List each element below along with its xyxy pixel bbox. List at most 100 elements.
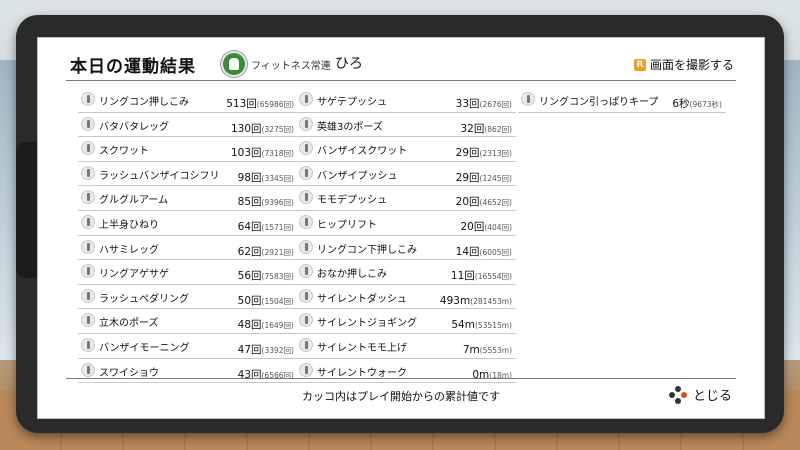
exercise-result: 62回(2921回)	[238, 240, 294, 259]
exercise-name: ラッシュペダリング	[99, 293, 189, 305]
exercise-name: サイレントジョギング	[317, 318, 417, 330]
cumulative-total: (9673秒)	[689, 100, 722, 109]
today-value: 64回	[237, 220, 262, 233]
exercise-name: リングコン押しこみ	[99, 97, 189, 108]
exercise-result: 493m(281453m)	[440, 289, 512, 308]
cumulative-total: (2676回)	[479, 100, 512, 109]
exercise-row: ラッシュバンザイコシフリ 98回(3345回)	[78, 162, 298, 187]
cumulative-total: (281453m)	[470, 296, 512, 306]
exercise-name: 立木のポーズ	[99, 318, 159, 330]
user-name: ひろ	[335, 56, 363, 72]
exercise-row: ハサミレッグ 62回(2921回)	[78, 236, 298, 261]
exercise-row: サゲテプッシュ 33回(2676回)	[296, 88, 516, 113]
cumulative-total: (5553m)	[479, 345, 512, 355]
cumulative-note: カッコ内はプレイ開始からの累計値です	[302, 390, 500, 403]
exercise-name: リングコン引っぱりキープ	[539, 97, 659, 108]
exercise-result: 98回(3345回)	[238, 166, 294, 185]
exercise-row: 英雄3のポーズ 32回(862回)	[296, 113, 516, 138]
exercise-row: バンザイスクワット 29回(2313回)	[296, 137, 516, 162]
today-value: 11回	[450, 270, 475, 283]
today-value: 513回	[226, 98, 257, 110]
today-value: 493m	[439, 294, 471, 307]
exercise-result: 20回(404回)	[460, 215, 512, 234]
exercise-name: ヒップリフト	[317, 219, 377, 231]
exercise-icon	[81, 239, 95, 254]
cumulative-total: (16554回)	[474, 272, 512, 282]
exercise-icon	[299, 337, 313, 352]
cumulative-total: (3345回)	[261, 173, 294, 183]
exercise-name: ハサミレッグ	[99, 244, 159, 256]
cumulative-total: (4652回)	[479, 198, 512, 208]
capture-screen-button[interactable]: R 画面を撮影する	[633, 56, 734, 73]
today-value: 7m	[462, 343, 480, 356]
exercise-result: 56回(7583回)	[238, 264, 294, 283]
exercise-row: スクワット 103回(7318回)	[78, 137, 298, 162]
exercise-name: 英雄3のポーズ	[317, 121, 383, 133]
exercise-icon	[81, 313, 95, 328]
button-cluster-icon	[668, 385, 687, 404]
exercise-icon	[299, 264, 313, 279]
exercise-row: サイレントモモ上げ 7m(5553m)	[296, 334, 516, 359]
exercise-result: 64回(1571回)	[238, 215, 294, 234]
cumulative-total: (404回)	[484, 222, 512, 232]
exercise-icon	[81, 362, 95, 377]
exercise-icon	[299, 362, 313, 377]
today-value: 62回	[237, 245, 262, 258]
exercise-row: 上半身ひねり 64回(1571回)	[78, 211, 298, 236]
exercise-icon	[81, 165, 95, 180]
today-value: 50回	[237, 294, 262, 307]
today-value: 33回	[455, 98, 480, 110]
exercise-name: バンザイモーニング	[99, 342, 190, 354]
close-button[interactable]: とじる	[668, 385, 732, 404]
cumulative-total: (3275回)	[261, 124, 294, 134]
exercise-result: 20回(4652回)	[456, 190, 512, 209]
exercise-row: リングアゲサゲ 56回(7583回)	[78, 260, 298, 285]
cumulative-total: (2313回)	[479, 149, 512, 159]
today-value: 29回	[455, 147, 480, 160]
cumulative-total: (862回)	[484, 124, 512, 134]
exercise-name: サゲテプッシュ	[317, 97, 387, 108]
exercise-name: サイレントウォーク	[317, 367, 407, 379]
cumulative-total: (7318回)	[261, 149, 294, 159]
cumulative-total: (3392回)	[261, 345, 294, 355]
exercise-icon	[81, 116, 95, 131]
exercise-icon	[81, 264, 95, 279]
exercise-row: バタバタレッグ 130回(3275回)	[78, 113, 298, 138]
exercise-name: おなか押しこみ	[317, 269, 387, 281]
exercise-icon	[81, 92, 95, 106]
exercise-icon	[81, 190, 95, 205]
exercise-row: ヒップリフト 20回(404回)	[296, 211, 516, 236]
exercise-row: リングコン下押しこみ 14回(6005回)	[296, 236, 516, 261]
exercise-name: リングコン下押しこみ	[317, 244, 417, 256]
exercise-row: おなか押しこみ 11回(16554回)	[296, 260, 516, 285]
exercise-row: 立木のポーズ 48回(1649回)	[78, 309, 298, 334]
cumulative-total: (53515m)	[474, 321, 512, 331]
footer-divider	[66, 378, 736, 379]
today-value: 130回	[231, 122, 262, 135]
capture-label: 画面を撮影する	[649, 58, 734, 72]
today-value: 20回	[455, 196, 480, 209]
exercise-name: 上半身ひねり	[99, 219, 159, 231]
today-value: 103回	[231, 147, 262, 160]
exercise-icon	[521, 92, 535, 106]
exercise-name: ラッシュバンザイコシフリ	[99, 170, 220, 182]
today-value: 85回	[237, 196, 262, 209]
exercise-icon	[299, 239, 313, 254]
exercise-row: モモデプッシュ 20回(4652回)	[296, 186, 516, 211]
exercise-name: スワイショウ	[99, 367, 159, 379]
exercise-row: サイレントダッシュ 493m(281453m)	[296, 285, 516, 310]
exercise-icon	[299, 313, 313, 328]
close-label: とじる	[692, 389, 732, 404]
exercise-row: バンザイプッシュ 29回(1245回)	[296, 162, 516, 187]
cumulative-total: (9396回)	[261, 198, 294, 208]
exercise-name: サイレントモモ上げ	[317, 342, 407, 354]
page-title: 本日の運動結果	[70, 57, 196, 77]
exercise-icon	[81, 288, 95, 303]
exercise-icon	[299, 116, 313, 131]
user-title: フィットネス常連	[251, 61, 331, 72]
exercise-name: サイレントダッシュ	[317, 293, 407, 305]
cumulative-total: (7583回)	[261, 272, 294, 282]
exercise-name: スクワット	[99, 146, 149, 158]
avatar	[221, 51, 247, 77]
exercise-row: バンザイモーニング 47回(3392回)	[78, 334, 298, 359]
